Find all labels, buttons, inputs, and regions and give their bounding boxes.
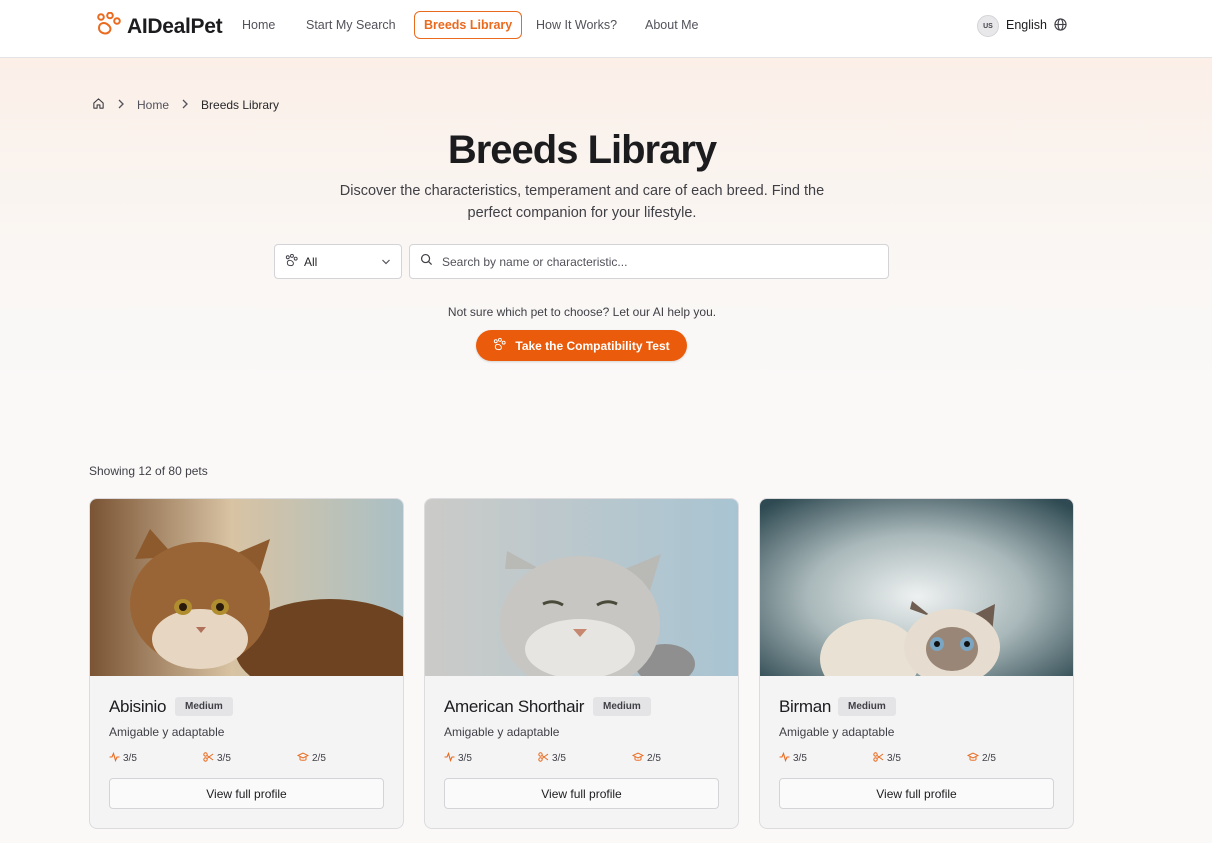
compatibility-test-button[interactable]: Take the Compatibility Test [476,330,687,361]
training-stat: 2/5 [631,752,661,765]
breed-card[interactable]: American Shorthair Medium Amigable y ada… [424,498,739,829]
grooming-stat: 3/5 [873,752,901,765]
breed-name: American Shorthair [444,697,585,716]
scissors-icon [203,752,214,765]
nav-how-it-works[interactable]: How It Works? [526,11,627,39]
search-input[interactable] [442,254,878,269]
graduation-cap-icon [966,752,980,765]
top-navbar: AIDealPet Home Start My Search Breeds Li… [0,0,1212,58]
search-icon [420,253,433,271]
breed-photo [425,499,738,676]
breed-photo [90,499,403,676]
compatibility-test-label: Take the Compatibility Test [515,338,670,353]
graduation-cap-icon [296,752,310,765]
ai-help-text: Not sure which pet to choose? Let our AI… [447,305,717,319]
globe-icon[interactable] [1054,18,1067,36]
chevron-right-icon [181,98,189,112]
energy-value: 3/5 [458,753,472,764]
breed-card[interactable]: Birman Medium Amigable y adaptable 3/5 3… [759,498,1074,829]
energy-value: 3/5 [123,753,137,764]
home-icon[interactable] [92,97,105,113]
view-profile-button[interactable]: View full profile [109,778,384,809]
chevron-right-icon [117,98,125,112]
training-value: 2/5 [647,753,661,764]
breed-description: Amigable y adaptable [779,725,895,739]
breed-name: Birman [779,697,832,716]
grooming-value: 3/5 [552,753,566,764]
size-badge: Medium [593,697,651,716]
results-count: Showing 12 of 80 pets [89,464,208,478]
breed-description: Amigable y adaptable [109,725,225,739]
nav-breeds-library[interactable]: Breeds Library [414,11,523,39]
training-stat: 2/5 [966,752,996,765]
brand-logo[interactable]: AIDealPet [95,11,223,41]
grooming-stat: 3/5 [203,752,231,765]
breed-card[interactable]: Abisinio Medium Amigable y adaptable 3/5… [89,498,404,829]
scissors-icon [873,752,884,765]
breadcrumb-home[interactable]: Home [137,98,169,112]
grooming-value: 3/5 [217,753,231,764]
breadcrumb-current: Breeds Library [201,98,280,112]
view-profile-button[interactable]: View full profile [444,778,719,809]
breed-name: Abisinio [109,697,167,716]
training-stat: 2/5 [296,752,326,765]
paw-icon [493,337,507,354]
breed-photo [760,499,1073,676]
energy-stat: 3/5 [779,751,807,765]
paw-logo-icon [95,11,121,41]
view-profile-button[interactable]: View full profile [779,778,1054,809]
activity-icon [109,751,120,765]
pet-type-value: All [304,254,318,269]
chevron-down-icon [381,255,391,269]
pet-type-select[interactable]: All [274,244,402,279]
activity-icon [444,751,455,765]
training-value: 2/5 [312,753,326,764]
nav-start-my-search[interactable]: Start My Search [296,11,406,39]
brand-name: AIDealPet [127,14,223,38]
nav-home[interactable]: Home [232,11,285,39]
activity-icon [779,751,790,765]
breed-description: Amigable y adaptable [444,725,560,739]
scissors-icon [538,752,549,765]
page-title: Breeds Library [447,128,717,172]
paw-icon [285,253,298,270]
grooming-value: 3/5 [887,753,901,764]
nav-about-me[interactable]: About Me [635,11,709,39]
energy-stat: 3/5 [444,751,472,765]
energy-stat: 3/5 [109,751,137,765]
breadcrumb: Home Breeds Library [92,97,279,113]
page-subtitle: Discover the characteristics, temperamen… [339,183,825,221]
size-badge: Medium [175,697,233,716]
language-flag-badge[interactable]: US [977,15,999,37]
training-value: 2/5 [982,753,996,764]
grooming-stat: 3/5 [538,752,566,765]
graduation-cap-icon [631,752,645,765]
size-badge: Medium [838,697,896,716]
energy-value: 3/5 [793,753,807,764]
language-label[interactable]: English [1006,18,1047,32]
search-box [409,244,889,279]
